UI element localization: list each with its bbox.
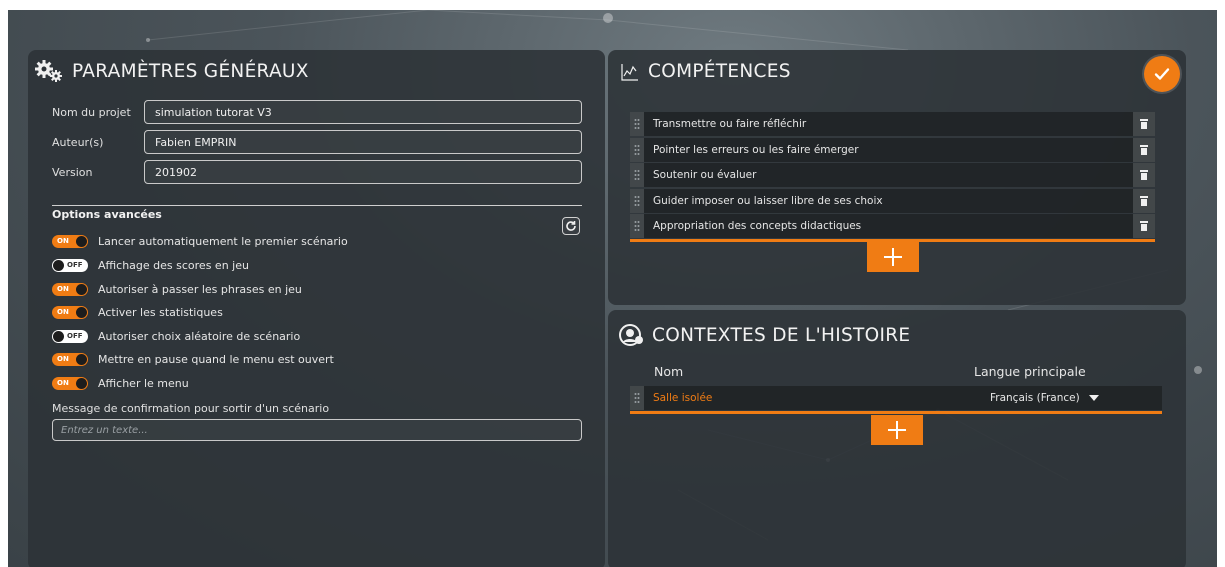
trash-icon[interactable] <box>1133 163 1155 187</box>
toggle-random-scenario[interactable]: OFF <box>52 329 88 343</box>
toggle-show-scores[interactable]: OFF <box>52 258 88 272</box>
context-name[interactable]: Salle isolée <box>644 392 964 404</box>
language-value: Français (France) <box>990 392 1080 404</box>
project-name-input[interactable]: simulation tutorat V3 <box>144 100 582 124</box>
plus-icon <box>884 248 902 266</box>
option-autostart: ON Lancer automatiquement le premier scé… <box>52 234 348 248</box>
option-show-scores: OFF Affichage des scores en jeu <box>52 258 249 272</box>
list-item[interactable]: Pointer les erreurs ou les faire émerger <box>630 137 1155 162</box>
grip-icon[interactable] <box>630 163 644 187</box>
authors-input[interactable]: Fabien EMPRIN <box>144 130 582 154</box>
option-label: Afficher le menu <box>98 376 189 390</box>
option-skip-phrases: ON Autoriser à passer les phrases en jeu <box>52 282 302 296</box>
general-settings-panel: PARAMÈTRES GÉNÉRAUX Nom du projet simula… <box>28 50 605 567</box>
add-competence-button[interactable] <box>867 242 919 272</box>
grip-icon[interactable] <box>630 137 644 162</box>
option-label: Lancer automatiquement le premier scénar… <box>98 234 348 248</box>
version-label: Version <box>52 165 93 179</box>
authors-label: Auteur(s) <box>52 135 104 149</box>
contexts-header: CONTEXTES DE L'HISTOIRE <box>618 323 910 347</box>
trash-icon[interactable] <box>1133 214 1155 238</box>
competences-panel: COMPÉTENCES Transmettre ou faire réfléch… <box>608 50 1186 305</box>
page-title: PARAMÈTRES GÉNÉRAUX <box>72 60 309 82</box>
contexts-panel: CONTEXTES DE L'HISTOIRE Nom Langue princ… <box>608 310 1186 567</box>
column-header-name: Nom <box>654 364 684 379</box>
validate-button[interactable] <box>1144 56 1180 92</box>
list-item[interactable]: Soutenir ou évaluer <box>630 163 1155 187</box>
refresh-button[interactable] <box>562 217 580 235</box>
trash-icon[interactable] <box>1133 112 1155 136</box>
contexts-title: CONTEXTES DE L'HISTOIRE <box>652 324 911 346</box>
app-background: PARAMÈTRES GÉNÉRAUX Nom du projet simula… <box>8 10 1217 567</box>
project-name-label: Nom du projet <box>52 105 131 119</box>
competence-label: Transmettre ou faire réfléchir <box>653 118 807 130</box>
trash-icon[interactable] <box>1133 188 1155 213</box>
option-label: Autoriser choix aléatoire de scénario <box>98 329 301 343</box>
trash-icon[interactable] <box>1133 137 1155 162</box>
option-label: Mettre en pause quand le menu est ouvert <box>98 352 334 366</box>
option-statistics: ON Activer les statistiques <box>52 305 223 319</box>
list-item[interactable]: Transmettre ou faire réfléchir <box>630 112 1155 136</box>
option-label: Autoriser à passer les phrases en jeu <box>98 282 302 296</box>
grip-icon[interactable] <box>630 188 644 213</box>
toggle-show-menu[interactable]: ON <box>52 376 88 390</box>
toggle-skip-phrases[interactable]: ON <box>52 282 88 296</box>
competence-label: Soutenir ou évaluer <box>653 169 757 181</box>
competence-label: Pointer les erreurs ou les faire émerger <box>653 143 859 156</box>
language-select[interactable]: Français (France) <box>990 392 1099 404</box>
competences-header: COMPÉTENCES <box>620 61 791 82</box>
grip-icon[interactable] <box>630 214 644 238</box>
dropdown-arrow-icon <box>1088 394 1099 401</box>
option-label: Affichage des scores en jeu <box>98 258 249 272</box>
option-pause-menu: ON Mettre en pause quand le menu est ouv… <box>52 352 334 366</box>
exit-message-input[interactable]: Entrez un texte... <box>52 419 582 441</box>
toggle-autostart[interactable]: ON <box>52 234 88 248</box>
option-label: Activer les statistiques <box>98 305 223 319</box>
toggle-statistics[interactable]: ON <box>52 305 88 319</box>
chart-icon <box>620 62 640 82</box>
column-header-language: Langue principale <box>974 364 1086 379</box>
table-row[interactable]: Salle isolée Français (France) <box>630 386 1162 410</box>
version-row: Version 201902 <box>52 160 582 184</box>
contexts-underline <box>630 411 1162 414</box>
context-icon <box>618 323 644 347</box>
gears-icon <box>34 59 64 83</box>
advanced-options-title: Options avancées <box>52 208 162 221</box>
plus-icon <box>888 421 906 439</box>
option-random-scenario: OFF Autoriser choix aléatoire de scénari… <box>52 329 300 343</box>
project-name-row: Nom du projet simulation tutorat V3 <box>52 100 582 124</box>
list-item[interactable]: Appropriation des concepts didactiques <box>630 214 1155 238</box>
competence-label: Guider imposer ou laisser libre de ses c… <box>653 194 883 207</box>
competence-label: Appropriation des concepts didactiques <box>653 220 862 232</box>
list-item[interactable]: Guider imposer ou laisser libre de ses c… <box>630 188 1155 213</box>
exit-message-label: Message de confirmation pour sortir d'un… <box>52 402 330 415</box>
competences-list: Transmettre ou faire réfléchir Pointer l… <box>630 112 1155 240</box>
option-show-menu: ON Afficher le menu <box>52 376 189 390</box>
grip-icon[interactable] <box>630 386 644 410</box>
divider <box>52 205 582 206</box>
competences-title: COMPÉTENCES <box>648 61 791 82</box>
version-input[interactable]: 201902 <box>144 160 582 184</box>
authors-row: Auteur(s) Fabien EMPRIN <box>52 130 582 154</box>
grip-icon[interactable] <box>630 112 644 136</box>
refresh-icon <box>566 221 576 231</box>
toggle-pause-menu[interactable]: ON <box>52 352 88 366</box>
check-icon <box>1154 68 1170 80</box>
add-context-button[interactable] <box>871 415 923 445</box>
general-settings-header: PARAMÈTRES GÉNÉRAUX <box>34 59 309 83</box>
